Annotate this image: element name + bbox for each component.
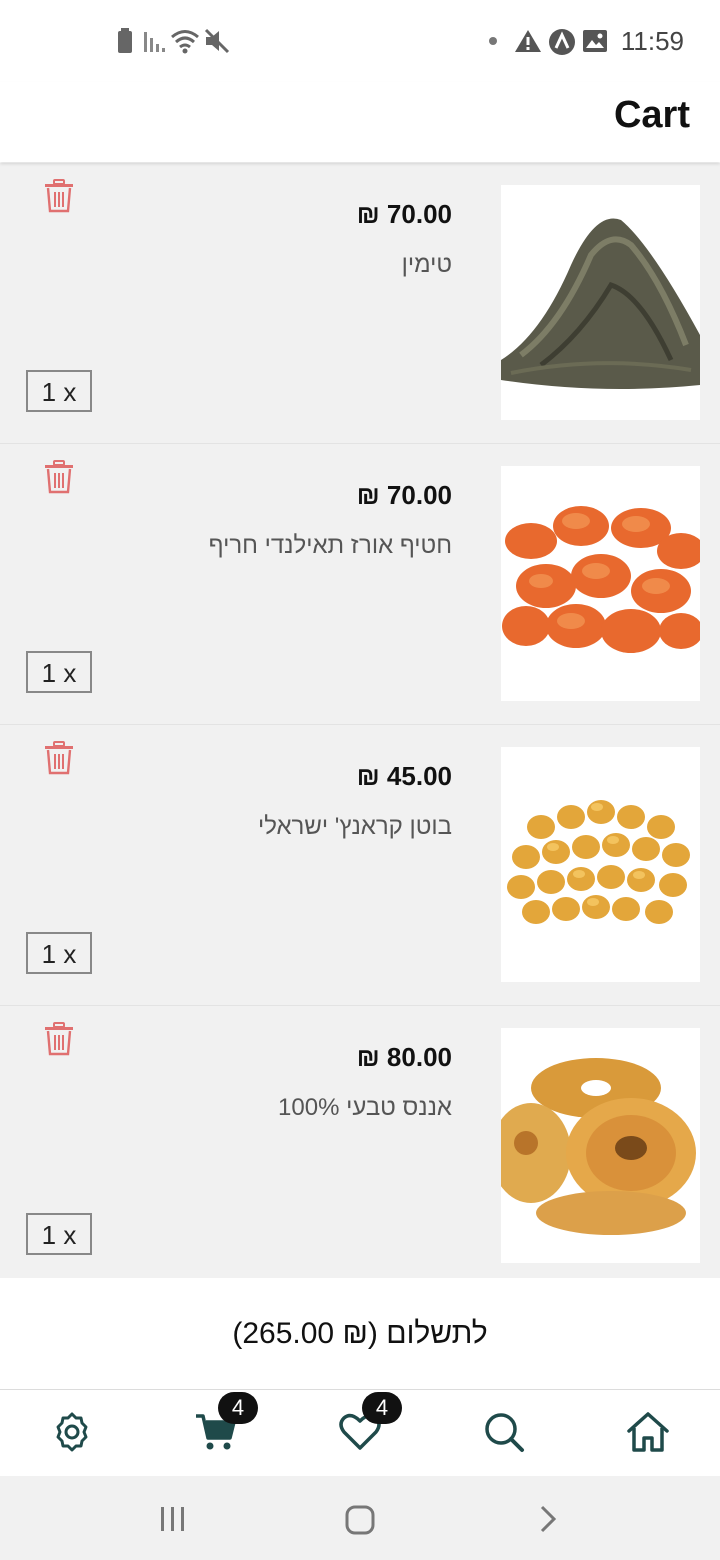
cart-item: 45.00 ₪ בוטן קראנץ' ישראלי 1 x [0,725,720,1006]
thyme-photo [501,185,700,420]
favorites-badge: 4 [362,1392,402,1424]
wifi-icon [171,30,199,54]
item-price: 70.00 ₪ [356,480,452,510]
search-icon[interactable] [482,1410,526,1454]
app-bar: Cart [0,82,720,162]
product-image[interactable] [501,1028,700,1263]
checkout-label: לתשלום (₪ 265.00) [232,1316,488,1350]
home-icon[interactable] [626,1410,670,1454]
peanut-photo [501,747,700,982]
quantity-selector[interactable]: 1 x [26,651,92,693]
item-price: 70.00 ₪ [356,199,452,229]
signal-icon [144,32,165,52]
dot-icon [489,37,497,45]
alert-icon [515,30,541,52]
status-time: 11:59 [620,26,684,56]
product-image[interactable] [501,466,700,701]
status-bar: 11:59 [0,0,720,82]
delete-icon[interactable] [44,179,74,213]
bottom-nav: 4 4 [0,1390,720,1476]
pineapple-photo [501,1028,700,1263]
cart-item: 80.00 ₪ אננס טבעי 100% 1 x [0,1006,720,1287]
item-price: 80.00 ₪ [356,1042,452,1072]
favorites-nav-button[interactable]: 4 [338,1392,402,1454]
item-name: אננס טבעי 100% [278,1094,452,1121]
back-icon[interactable] [536,1504,560,1534]
cart-badge: 4 [218,1392,258,1424]
cart-item: 70.00 ₪ חטיף אורז תאילנדי חריף 1 x [0,444,720,725]
page-title: Cart [613,94,690,136]
quantity-selector[interactable]: 1 x [26,932,92,974]
product-image[interactable] [501,747,700,982]
delete-icon[interactable] [44,741,74,775]
quantity-selector[interactable]: 1 x [26,1213,92,1255]
item-name: טימין [401,251,452,278]
image-icon [583,30,607,52]
product-image[interactable] [501,185,700,420]
rice-snack-photo [501,466,700,701]
home-button-icon[interactable] [344,1504,376,1536]
battery-icon [118,28,132,53]
system-nav-bar [0,1476,720,1560]
mute-icon [204,28,230,54]
cart-list: 70.00 ₪ טימין 1 x 70.00 ₪ חטיף אורז תאיל… [0,163,720,1287]
delete-icon[interactable] [44,1022,74,1056]
item-price: 45.00 ₪ [356,761,452,791]
app-icon [549,29,575,55]
cart-item: 70.00 ₪ טימין 1 x [0,163,720,444]
quantity-selector[interactable]: 1 x [26,370,92,412]
item-name: חטיף אורז תאילנדי חריף [208,532,452,559]
settings-icon[interactable] [50,1410,94,1454]
recent-apps-icon[interactable] [158,1504,188,1534]
item-name: בוטן קראנץ' ישראלי [257,813,452,840]
delete-icon[interactable] [44,460,74,494]
checkout-button[interactable]: לתשלום (₪ 265.00) [0,1278,720,1390]
cart-nav-button[interactable]: 4 [194,1392,258,1454]
